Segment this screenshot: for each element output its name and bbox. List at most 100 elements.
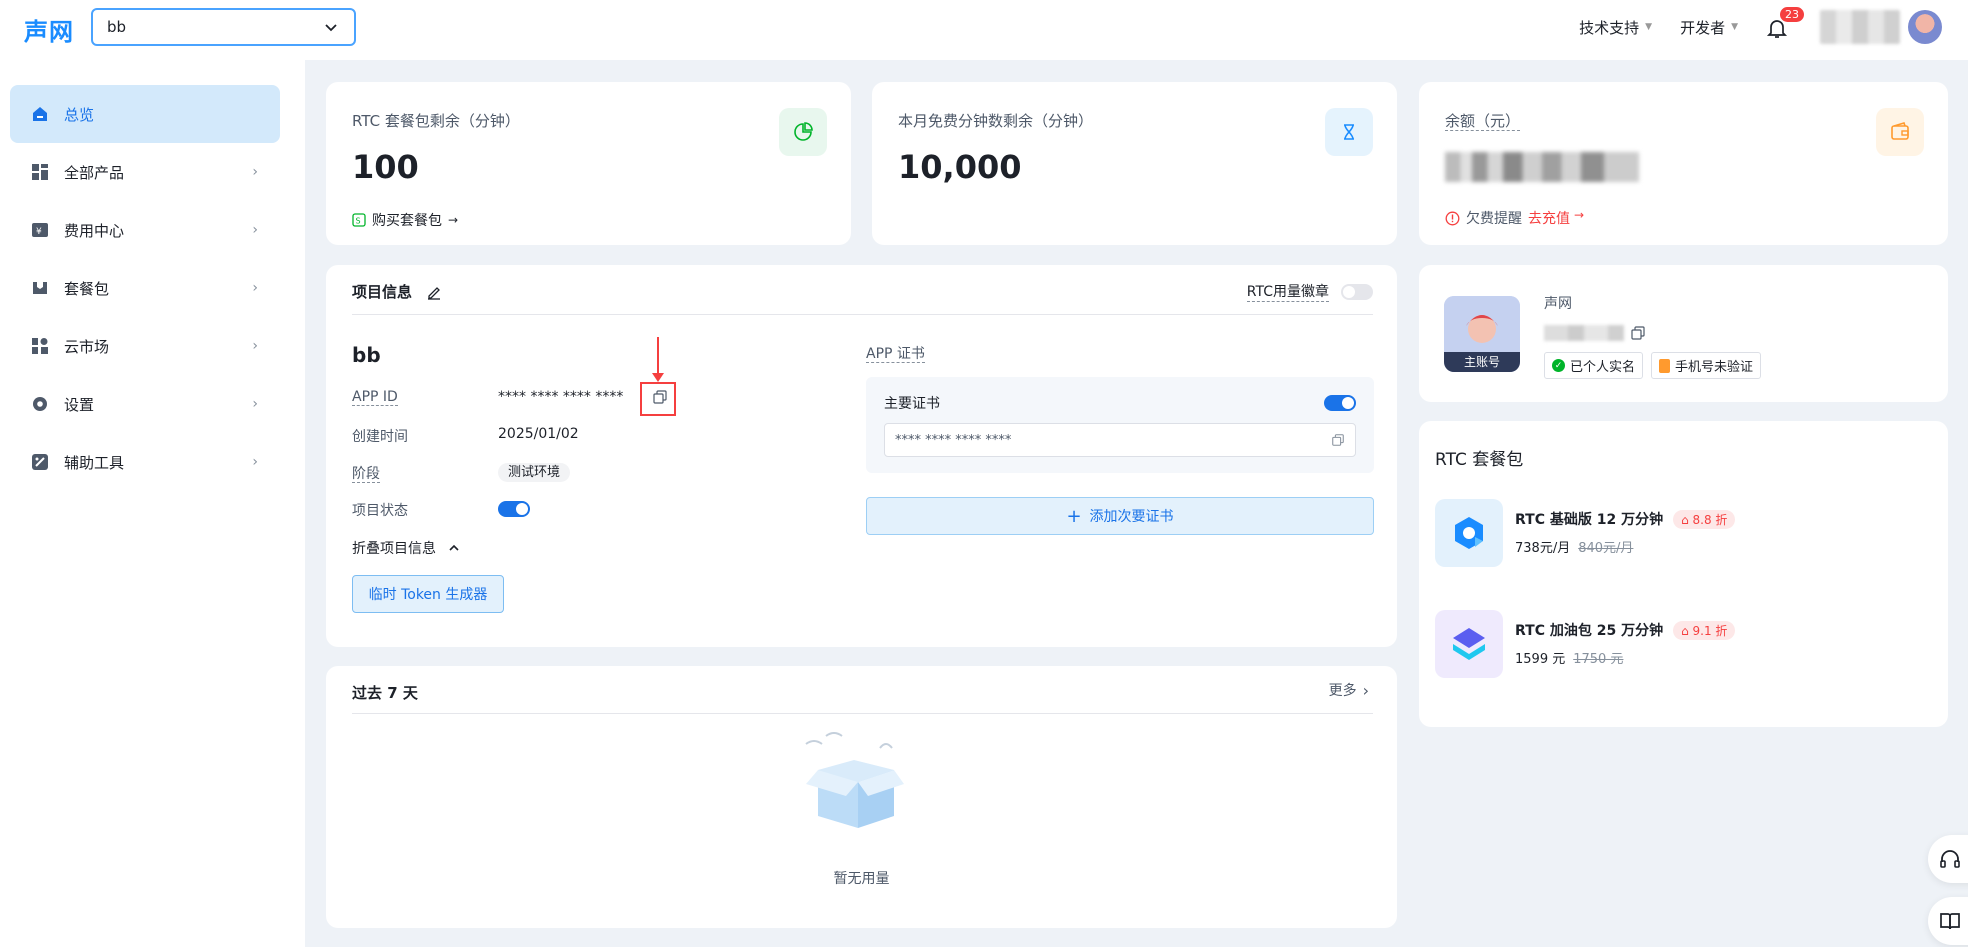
divider [352,713,1373,714]
recharge-link[interactable]: 去充值 → [1528,208,1584,228]
chevron-right-icon: › [252,454,258,470]
developer-menu[interactable]: 开发者 ▼ [1680,17,1738,38]
usage-more-label: 更多 [1328,683,1357,699]
sidebar-item-overview[interactable]: 总览 [10,85,280,143]
recharge-label: 去充值 [1528,211,1570,227]
phone-unverified-label: 手机号未验证 [1675,360,1754,375]
top-bar: 声网 bb 技术支持 ▼ 开发者 ▼ 23 [0,0,1968,60]
brand-logo[interactable]: 声网 [24,12,74,47]
edit-icon[interactable] [426,284,442,300]
sidebar-item-label: 辅助工具 [64,453,125,472]
sidebar-item-label: 总览 [64,105,95,124]
sidebar-item-market[interactable]: 云市场 › [10,317,280,375]
discount-label: 9.1 折 [1692,623,1728,638]
buy-package-link[interactable]: S 购买套餐包 → [352,210,458,230]
app-certificate-title: APP 证书 [866,346,925,363]
hexagon-icon [1435,499,1503,567]
project-status-toggle[interactable] [498,501,530,517]
annotation-arrow [657,337,659,375]
rtc-usage-badge-control: RTC用量徽章 [1246,281,1373,302]
user-avatar[interactable] [1908,10,1942,44]
arrow-right-icon: → [448,213,459,227]
phone-unverified-tag[interactable]: 手机号未验证 [1651,352,1762,379]
package-name: RTC 加油包 25 万分钟 [1515,623,1664,639]
chevron-up-icon [449,544,459,551]
notification-bell[interactable]: 23 [1766,7,1804,41]
app-id-label: APP ID [352,389,398,406]
account-id-blurred [1544,325,1624,341]
arrow-right-icon: → [1574,208,1585,222]
discount-tag: ⌂ 8.8 折 [1673,509,1736,529]
usage-title: 过去 7 天 [352,684,418,702]
user-name-blurred[interactable] [1820,10,1900,44]
account-name: 声网 [1544,296,1572,312]
empty-box-illustration [805,732,904,828]
caret-down-icon: ▼ [1731,22,1738,32]
primary-certificate-field[interactable]: **** **** **** **** [884,423,1356,457]
sidebar-item-label: 设置 [64,395,95,414]
project-select[interactable]: bb [91,8,356,46]
package-item-basic[interactable]: RTC 基础版 12 万分钟 ⌂ 8.8 折 738元/月 840元/月 [1435,499,1835,569]
free-minutes-value: 10,000 [898,148,1022,186]
project-info-title: 项目信息 [352,283,413,301]
gear-icon [30,394,50,414]
sidebar-item-package[interactable]: 套餐包 › [10,259,280,317]
rtc-package-remaining-value: 100 [352,148,419,186]
pie-chart-icon [779,108,827,156]
billing-icon: ¥ [30,220,50,240]
layers-icon [1435,610,1503,678]
temp-token-generator-button[interactable]: 临时 Token 生成器 [352,575,504,613]
plus-icon: + [1066,505,1082,527]
project-info-card: 项目信息 RTC用量徽章 bb APP ID **** **** **** **… [326,265,1397,647]
collapse-project-info-toggle[interactable]: 折叠项目信息 [352,538,460,558]
free-minutes-remaining-card: 本月免费分钟数剩余（分钟） 10,000 [872,82,1397,245]
headphones-icon [1940,850,1960,868]
home-icon [30,104,50,124]
sidebar-item-all-products[interactable]: 全部产品 › [10,143,280,201]
sidebar-item-label: 费用中心 [64,221,125,240]
hourglass-icon [1325,108,1373,156]
package-item-booster[interactable]: RTC 加油包 25 万分钟 ⌂ 9.1 折 1599 元 1750 元 [1435,610,1835,680]
phone-icon [1659,358,1671,373]
created-time-label: 创建时间 [352,429,408,445]
empty-usage-text: 暂无用量 [833,871,890,887]
sidebar-item-label: 全部产品 [64,163,125,182]
rtc-usage-badge-label: RTC用量徽章 [1246,281,1329,302]
sidebar-item-tools[interactable]: 辅助工具 › [10,433,280,491]
usage-more-link[interactable]: 更多 › [1329,680,1369,700]
balance-card: 余额（元） 欠费提醒 去充值 → [1419,82,1948,245]
account-tags: ✓ 已个人实名 手机号未验证 [1544,352,1762,379]
caret-down-icon: ▼ [1645,22,1653,32]
sidebar-item-settings[interactable]: 设置 › [10,375,280,433]
arrears-text: 欠费提醒 [1466,211,1522,227]
primary-certificate-label: 主要证书 [884,396,940,412]
arrears-reminder: 欠费提醒 去充值 → [1445,208,1584,228]
documentation-button[interactable] [1928,897,1968,945]
wallet-icon [1876,108,1924,156]
chevron-right-icon: › [252,280,258,296]
copy-icon[interactable] [1331,433,1345,447]
tech-support-menu[interactable]: 技术支持 ▼ [1579,17,1652,38]
stage-label: 阶段 [352,466,380,483]
account-avatar: 主账号 [1444,296,1520,372]
discount-tag: ⌂ 9.1 折 [1673,620,1736,640]
primary-certificate-box: 主要证书 **** **** **** **** [866,377,1374,473]
grid-icon [30,162,50,182]
add-secondary-certificate-button[interactable]: + 添加次要证书 [866,497,1374,535]
balance-label: 余额（元） [1445,112,1521,131]
customer-support-button[interactable] [1928,835,1968,883]
tool-icon [30,452,50,472]
chevron-right-icon: › [1362,680,1369,700]
annotation-arrowhead [652,373,664,382]
primary-certificate-toggle[interactable] [1324,395,1356,411]
usage-last-7-days-card: 过去 7 天 更多 › 暂无用量 [326,666,1397,928]
rtc-packages-card: RTC 套餐包 RTC 基础版 12 万分钟 ⌂ 8.8 折 738元/月 84… [1419,421,1948,727]
copy-icon[interactable] [1630,325,1646,341]
rtc-usage-badge-toggle[interactable] [1341,283,1373,300]
primary-certificate-value: **** **** **** **** [895,432,1012,448]
warning-circle-icon [1445,211,1460,225]
rtc-packages-title: RTC 套餐包 [1435,450,1524,470]
project-name: bb [352,343,381,367]
package-small-icon: S [352,213,366,227]
sidebar-item-billing[interactable]: ¥ 费用中心 › [10,201,280,259]
